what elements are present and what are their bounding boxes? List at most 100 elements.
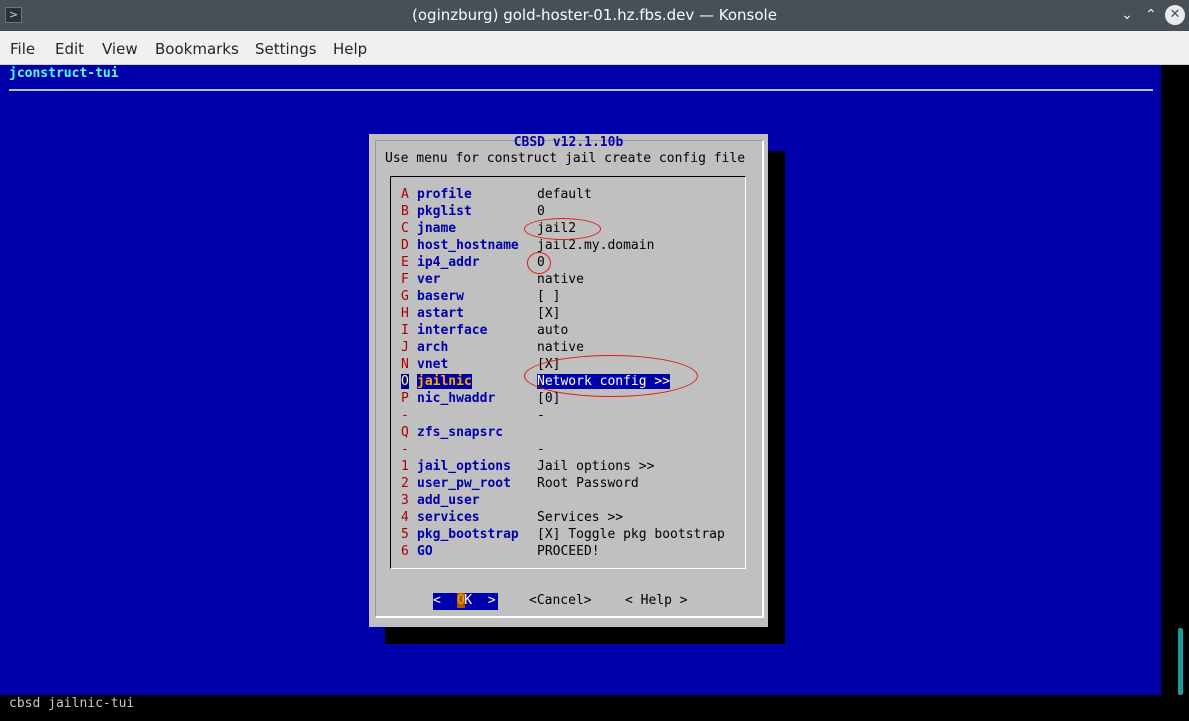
close-icon[interactable]: ✕ <box>1165 5 1185 25</box>
menu-item-pkg-bootstrap[interactable]: 5 pkg_bootstrap [X] Toggle pkg bootstrap <box>391 527 745 544</box>
annotation-circle-jailnic <box>524 355 698 397</box>
menu-item-name: ip4_addr <box>417 255 480 270</box>
menu-item-add-user[interactable]: 3 add_user <box>391 493 745 510</box>
menu-item-name: profile <box>417 187 472 202</box>
menu-item-key: J <box>401 340 409 355</box>
scrollbar-thumb[interactable] <box>1178 628 1183 695</box>
dialog-prompt: Use menu for construct jail create confi… <box>385 151 746 166</box>
menu-item-value: native <box>537 340 584 355</box>
menu-item-value: jail2.my.domain <box>537 238 655 253</box>
menu-item-name: pkg_bootstrap <box>417 527 519 542</box>
scrollbar[interactable] <box>1161 65 1189 695</box>
window-title: (oginzburg) gold-hoster-01.hz.fbs.dev — … <box>412 6 777 24</box>
menubar: File Edit View Bookmarks Settings Help <box>0 31 1189 65</box>
menu-item-baserw[interactable]: Gbaserw [ ] <box>391 289 745 306</box>
menu-item-name: ver <box>417 272 441 287</box>
annotation-circle-jname <box>524 218 601 240</box>
status-line-text: cbsd jailnic-tui <box>9 696 135 711</box>
menu-item-interface[interactable]: Iinterface auto <box>391 323 745 340</box>
menu-item-name: vnet <box>417 357 449 372</box>
menu-item-jail-options[interactable]: 1 jail_options Jail options >> <box>391 459 745 476</box>
menu-item-key: D <box>401 238 409 253</box>
menu-item-value: PROCEED! <box>537 544 600 559</box>
menu-item-value: Root Password <box>537 476 639 491</box>
menu-edit[interactable]: Edit <box>55 40 84 58</box>
menu-item-name: jail_options <box>417 459 511 474</box>
menu-item-key: - <box>401 442 409 457</box>
menu-item-key: 5 <box>401 527 409 542</box>
menu-item-name: jname <box>417 221 457 236</box>
menu-item-key: I <box>401 323 409 338</box>
menu-item-key: 3 <box>401 493 409 508</box>
menu-item-services[interactable]: 4 services Services >> <box>391 510 745 527</box>
menu-item-profile[interactable]: Aprofile default <box>391 187 745 204</box>
menu-item-key: A <box>401 187 409 202</box>
menu-bookmarks[interactable]: Bookmarks <box>155 40 239 58</box>
menu-file[interactable]: File <box>10 40 35 58</box>
menu-item-key: O <box>401 374 409 389</box>
ok-hotkey: O <box>457 593 465 608</box>
window-titlebar: > (oginzburg) gold-hoster-01.hz.fbs.dev … <box>0 0 1189 31</box>
menu-item-value: [0] <box>537 391 561 406</box>
menu-item-name: pkglist <box>417 204 472 219</box>
menu-item-name: GO <box>417 544 433 559</box>
menu-item-key: 6 <box>401 544 409 559</box>
menu-item-key: 4 <box>401 510 409 525</box>
menu-item-ver[interactable]: Fver native <box>391 272 745 289</box>
menu-item-key: B <box>401 204 409 219</box>
menu-item-host-hostname[interactable]: Dhost_hostname jail2.my.domain <box>391 238 745 255</box>
menu-item-key: 1 <box>401 459 409 474</box>
menu-help[interactable]: Help <box>333 40 367 58</box>
menu-item-name: add_user <box>417 493 480 508</box>
menu-item-key: 2 <box>401 476 409 491</box>
menu-item-name: astart <box>417 306 464 321</box>
menu-item-name: zfs_snapsrc <box>417 425 504 440</box>
menu-item-key: C <box>401 221 409 236</box>
backtitle: jconstruct-tui <box>9 66 119 81</box>
menu-item-go[interactable]: 6 GO PROCEED! <box>391 544 745 561</box>
menu-item-astart[interactable]: Hastart [X] <box>391 306 745 323</box>
annotation-circle-ip4-addr <box>527 252 551 274</box>
menu-item-ip4-addr[interactable]: Eip4_addr 0 <box>391 255 745 272</box>
menu-item-key: - <box>401 408 409 423</box>
menu-item-name: jailnic <box>417 374 472 389</box>
menu-item-value: default <box>537 187 592 202</box>
menu-item-value: 0 <box>537 204 545 219</box>
backtitle-divider <box>9 89 1153 91</box>
menu-item-value: [X] <box>537 306 561 321</box>
menu-item-key: N <box>401 357 409 372</box>
menu-item-value: auto <box>537 323 569 338</box>
menu-item-value: - <box>537 442 545 457</box>
menu-item-arch[interactable]: Jarch native <box>391 340 745 357</box>
menu-item-zfs-snapsrc[interactable]: Qzfs_snapsrc <box>391 425 745 442</box>
menu-separator: -- <box>391 408 745 425</box>
menu-item-name: host_hostname <box>417 238 519 253</box>
menu-settings[interactable]: Settings <box>255 40 317 58</box>
menu-item-value: Jail options >> <box>537 459 655 474</box>
menu-item-value: - <box>537 408 545 423</box>
menu-item-key: G <box>401 289 409 304</box>
menu-item-value: native <box>537 272 584 287</box>
menu-item-name: interface <box>417 323 488 338</box>
menu-item-value: Services >> <box>537 510 624 525</box>
help-button[interactable]: < Help > <box>625 593 688 608</box>
menu-item-value: [X] Toggle pkg bootstrap <box>537 527 725 542</box>
menu-view[interactable]: View <box>102 40 138 58</box>
chevron-up-icon[interactable]: ⌃ <box>1141 5 1161 25</box>
menu-item-name: arch <box>417 340 449 355</box>
menu-item-key: F <box>401 272 409 287</box>
menu-item-name: services <box>417 510 480 525</box>
status-line: cbsd jailnic-tui <box>0 695 1189 721</box>
dialog-title: CBSD v12.1.10b <box>513 135 624 150</box>
chevron-down-icon[interactable]: ⌄ <box>1117 5 1137 25</box>
ok-button[interactable]: < OK > O <box>433 593 498 610</box>
cancel-button[interactable]: <Cancel> <box>529 593 592 608</box>
menu-item-key: E <box>401 255 409 270</box>
menu-separator: -- <box>391 442 745 459</box>
menu-item-user-pw-root[interactable]: 2 user_pw_root Root Password <box>391 476 745 493</box>
menu-item-key: P <box>401 391 409 406</box>
menu-item-name: nic_hwaddr <box>417 391 496 406</box>
menu-item-name: baserw <box>417 289 464 304</box>
menu-item-key: Q <box>401 425 409 440</box>
menu-item-key: H <box>401 306 409 321</box>
